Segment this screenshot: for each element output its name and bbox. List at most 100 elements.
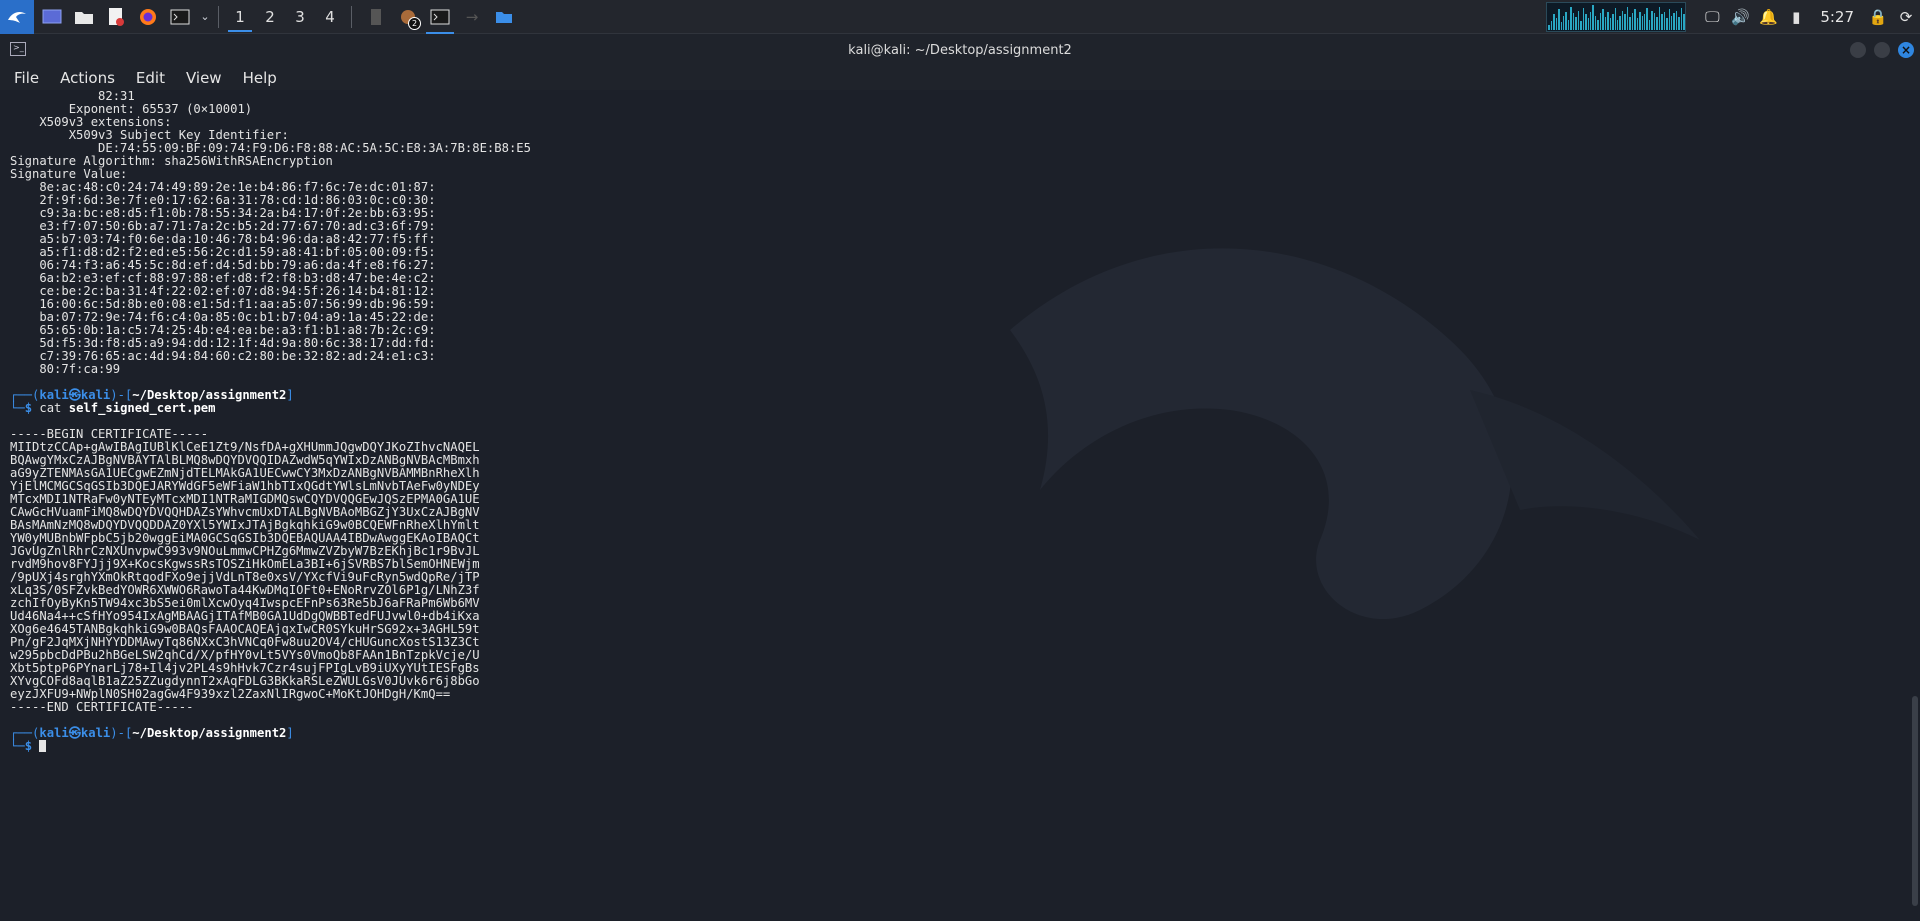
menu-edit[interactable]: Edit xyxy=(136,69,165,87)
terminal-output[interactable]: 82:31 Exponent: 65537 (0×10001) X509v3 e… xyxy=(0,90,1920,921)
cpu-bar xyxy=(1550,20,1553,30)
workspace-1[interactable]: 1 xyxy=(225,0,255,34)
cpu-bar xyxy=(1648,19,1651,30)
prompt-line: ┌──(kali㉿kali)-[~/Desktop/assignment2] xyxy=(10,727,531,740)
command-line: └─$ xyxy=(10,740,531,753)
cpu-bar xyxy=(1555,18,1558,30)
prompt-user: kali xyxy=(39,388,69,402)
cpu-bar xyxy=(1670,15,1673,30)
cpu-bar xyxy=(1577,10,1580,30)
kali-menu-icon[interactable] xyxy=(0,0,34,34)
files-icon[interactable] xyxy=(70,3,98,31)
cert-line: -----END CERTIFICATE----- xyxy=(10,700,194,714)
menu-actions[interactable]: Actions xyxy=(60,69,115,87)
prompt-path: ~/Desktop/assignment2 xyxy=(132,726,287,740)
power-icon[interactable]: ⟳ xyxy=(1892,8,1920,26)
cpu-bar xyxy=(1680,7,1683,30)
cpu-bar xyxy=(1560,22,1563,30)
cpu-bar xyxy=(1658,6,1661,30)
firefox-icon[interactable] xyxy=(134,3,162,31)
cpu-bar xyxy=(1565,11,1567,30)
display-icon[interactable]: 🖵 xyxy=(1698,8,1726,26)
cpu-graph xyxy=(1546,2,1687,32)
cpu-bar xyxy=(1624,14,1626,30)
cpu-bar xyxy=(1614,7,1616,30)
cpu-bar xyxy=(1636,18,1639,30)
cpu-bar xyxy=(1656,17,1658,30)
prompt-dollar: $ xyxy=(24,401,33,415)
cpu-bar xyxy=(1634,9,1636,30)
cpu-bar xyxy=(1599,13,1602,30)
scrollbar[interactable] xyxy=(1912,696,1918,906)
prompt-mid: )-[ xyxy=(110,388,133,402)
arrow-icon[interactable]: → xyxy=(458,3,486,31)
cpu-bar xyxy=(1572,13,1575,30)
cpu-bar xyxy=(1570,6,1572,30)
cpu-bar xyxy=(1619,15,1621,30)
close-button[interactable]: × xyxy=(1898,42,1914,58)
cpu-bar xyxy=(1673,13,1675,30)
cpu-bar xyxy=(1597,19,1599,30)
cpu-bar xyxy=(1553,14,1555,30)
battery-icon[interactable]: ▮ xyxy=(1782,8,1810,26)
cpu-bar xyxy=(1629,17,1631,30)
cpu-bar xyxy=(1563,15,1565,30)
cpu-bar xyxy=(1626,6,1629,30)
lock-icon[interactable]: 🔒 xyxy=(1864,8,1892,26)
desktop-icon[interactable] xyxy=(38,3,66,31)
task-app-icon[interactable]: 2 xyxy=(394,3,422,31)
cpu-bar xyxy=(1582,7,1585,30)
cpu-bar xyxy=(1609,18,1612,30)
workspace-4[interactable]: 4 xyxy=(315,0,345,34)
menu-bar: File Actions Edit View Help xyxy=(0,66,1920,90)
cpu-bar xyxy=(1592,5,1594,30)
notification-bell-icon[interactable]: 🔔 xyxy=(1754,8,1782,26)
volume-icon[interactable]: 🔊 xyxy=(1726,8,1754,26)
terminal-icon[interactable] xyxy=(166,3,194,31)
cpu-bar xyxy=(1602,9,1604,30)
cpu-bar xyxy=(1567,19,1570,30)
command-name: cat xyxy=(39,401,62,415)
prompt-mid: )-[ xyxy=(110,726,133,740)
clock[interactable]: 5:27 xyxy=(1820,8,1854,26)
cpu-bar xyxy=(1639,11,1641,30)
terminal-window: >_ kali@kali: ~/Desktop/assignment2 × Fi… xyxy=(0,34,1920,921)
cpu-bar xyxy=(1617,19,1619,30)
maximize-button[interactable] xyxy=(1874,42,1890,58)
cpu-bar xyxy=(1666,18,1668,30)
prompt-path: ~/Desktop/assignment2 xyxy=(132,388,287,402)
taskbar: ⌄ 1 2 3 4 2 → 🖵 🔊 🔔 ▮ 5:27 🔒 ⟳ xyxy=(0,0,1920,34)
prompt-user: kali xyxy=(39,726,69,740)
cpu-bar xyxy=(1653,13,1656,30)
cpu-bar xyxy=(1643,14,1646,30)
cpu-bar xyxy=(1607,11,1609,30)
menu-file[interactable]: File xyxy=(14,69,39,87)
notification-badge: 2 xyxy=(408,16,421,30)
terminal-text: 82:31 Exponent: 65537 (0×10001) X509v3 e… xyxy=(10,90,531,753)
title-bar[interactable]: >_ kali@kali: ~/Desktop/assignment2 × xyxy=(0,34,1920,66)
menu-view[interactable]: View xyxy=(186,69,222,87)
prompt-end: ] xyxy=(286,388,294,402)
text-editor-icon[interactable] xyxy=(102,3,130,31)
window-thumbnail-icon[interactable] xyxy=(362,3,390,31)
workspace-3[interactable]: 3 xyxy=(285,0,315,34)
command-line: └─$ cat self_signed_cert.pem xyxy=(10,402,531,415)
chevron-down-icon[interactable]: ⌄ xyxy=(198,3,212,31)
workspace-2[interactable]: 2 xyxy=(255,0,285,34)
cpu-bar xyxy=(1641,15,1643,30)
cpu-bar xyxy=(1558,9,1560,30)
window-title: kali@kali: ~/Desktop/assignment2 xyxy=(848,42,1072,58)
prompt-host: kali xyxy=(80,726,111,740)
terminal-task-icon[interactable] xyxy=(426,3,454,34)
cpu-bar xyxy=(1663,11,1666,30)
command-arg: self_signed_cert.pem xyxy=(68,401,216,415)
folder-task-icon[interactable] xyxy=(490,3,518,31)
cpu-bar xyxy=(1683,14,1685,30)
minimize-button[interactable] xyxy=(1850,42,1866,58)
prompt-dollar: $ xyxy=(24,739,33,753)
menu-help[interactable]: Help xyxy=(243,69,277,87)
output-line: 80:7f:ca:99 xyxy=(10,362,121,376)
cpu-bar xyxy=(1575,17,1577,30)
cpu-bar xyxy=(1585,14,1587,30)
prompt-prefix: └─ xyxy=(10,739,25,753)
